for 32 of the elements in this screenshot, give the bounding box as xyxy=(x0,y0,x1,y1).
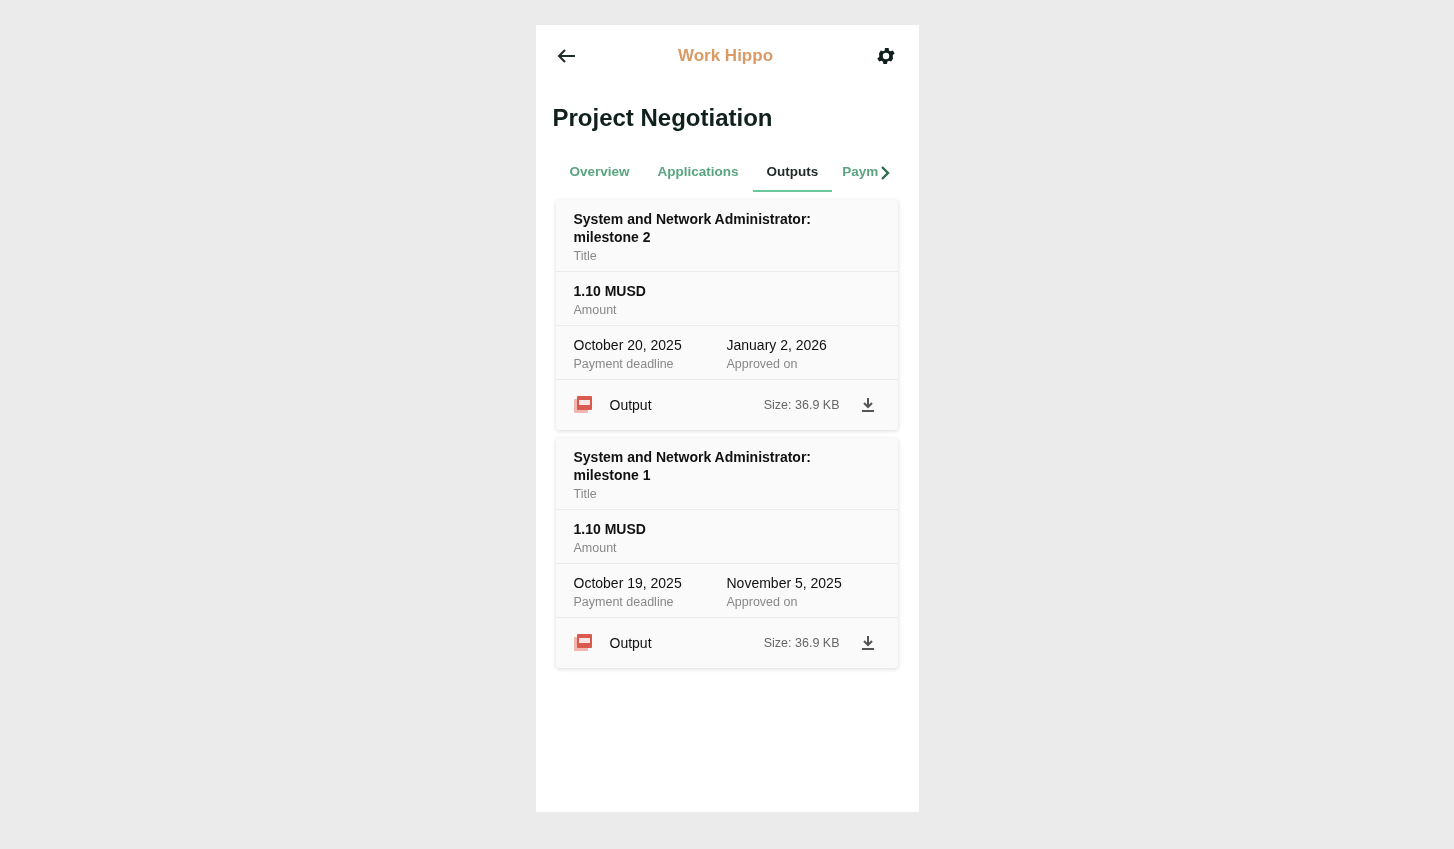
tab[interactable]: Overview xyxy=(555,153,644,192)
approved-date: January 2, 2026 xyxy=(726,336,828,354)
tab[interactable]: Applications xyxy=(643,153,753,192)
file-name: Output xyxy=(609,635,653,651)
page-title: Project Negotiation xyxy=(552,103,774,133)
field-label: Title xyxy=(573,487,598,501)
download-icon[interactable] xyxy=(861,398,874,412)
chevron-right-icon[interactable] xyxy=(880,165,891,180)
deadline-value: October 19, 2025 xyxy=(573,574,683,592)
pdf-file-icon xyxy=(573,634,592,652)
field-label: Payment deadline xyxy=(573,357,675,371)
field-label: Approved on xyxy=(726,357,799,371)
approved-date: November 5, 2025 xyxy=(726,574,843,592)
output-title: System and Network Administrator: milestone 1 xyxy=(573,448,813,484)
download-icon[interactable] xyxy=(861,636,874,650)
field-label: Amount xyxy=(573,541,618,555)
output-title: System and Network Administrator: milestone 2 xyxy=(573,210,813,246)
file-name: Output xyxy=(609,397,653,413)
file-size: Size: 36.9 KB xyxy=(763,636,840,650)
file-size: Size: 36.9 KB xyxy=(763,398,840,412)
tab[interactable]: Paym xyxy=(832,153,879,192)
field-label: Approved on xyxy=(726,595,799,609)
field-label: Title xyxy=(573,249,598,263)
amount-value: 1.10 MUSD xyxy=(573,282,647,300)
back-arrow-icon[interactable] xyxy=(555,47,576,64)
deadline-value: October 20, 2025 xyxy=(573,336,683,354)
pdf-file-icon xyxy=(573,396,592,414)
field-label: Payment deadline xyxy=(573,595,675,609)
field-label: Amount xyxy=(573,303,618,317)
app-title: Work Hippo xyxy=(677,45,774,66)
tab[interactable]: Outputs xyxy=(752,153,833,192)
amount-value: 1.10 MUSD xyxy=(573,520,647,538)
